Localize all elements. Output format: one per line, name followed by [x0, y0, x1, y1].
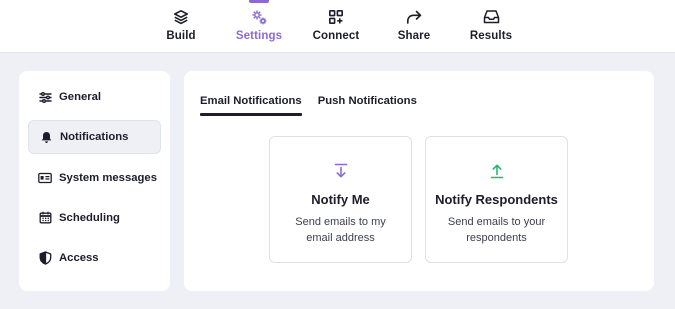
sidebar-item-label: System messages	[59, 171, 157, 184]
nav-settings[interactable]: Settings	[235, 0, 283, 53]
card-title: Notify Respondents	[435, 192, 558, 207]
sidebar-item-system-messages[interactable]: System messages	[28, 161, 161, 195]
tab-email-notifications[interactable]: Email Notifications	[200, 95, 302, 116]
nav-build-label: Build	[166, 30, 196, 42]
active-indicator	[249, 0, 269, 3]
sidebar-item-label: General	[59, 91, 102, 103]
nav-settings-label: Settings	[235, 30, 283, 42]
download-arrow-icon	[334, 162, 348, 180]
sidebar-item-label: Notifications	[60, 131, 129, 144]
bell-icon	[39, 130, 53, 144]
notifications-panel: Email Notifications Push Notifications N…	[184, 71, 654, 291]
calendar-icon	[38, 211, 52, 225]
gears-icon	[251, 8, 268, 26]
card-title: Notify Me	[311, 192, 370, 207]
grid-plus-icon	[328, 8, 344, 26]
nav-build[interactable]: Build	[163, 0, 199, 53]
sidebar-item-notifications[interactable]: Notifications	[28, 120, 161, 155]
upload-arrow-icon	[490, 162, 504, 180]
nav-connect-label: Connect	[312, 30, 360, 42]
settings-sidebar: General Notifications System messages Sc…	[19, 71, 170, 291]
inbox-icon	[483, 8, 500, 26]
top-navigation: Build Settings Connect Share Results	[0, 0, 675, 53]
nav-results-label: Results	[469, 30, 513, 42]
notify-respondents-card[interactable]: Notify Respondents Send emails to your r…	[425, 136, 568, 263]
nav-connect[interactable]: Connect	[313, 0, 359, 53]
notification-tabs: Email Notifications Push Notifications	[200, 95, 433, 116]
card-description: Send emails to your respondents	[447, 216, 546, 244]
sidebar-item-general[interactable]: General	[28, 80, 161, 114]
notify-me-card[interactable]: Notify Me Send emails to my email addres…	[269, 136, 412, 263]
sliders-icon	[38, 90, 52, 104]
sidebar-item-scheduling[interactable]: Scheduling	[28, 201, 161, 235]
tab-push-notifications[interactable]: Push Notifications	[318, 95, 417, 115]
sidebar-item-label: Access	[59, 252, 99, 265]
sidebar-item-label: Scheduling	[59, 211, 120, 224]
sidebar-item-access[interactable]: Access	[28, 241, 161, 275]
shield-icon	[38, 251, 52, 265]
nav-results[interactable]: Results	[470, 0, 512, 53]
nav-share-label: Share	[397, 30, 431, 42]
share-arrow-icon	[405, 8, 423, 26]
id-card-icon	[38, 171, 52, 185]
layers-icon	[173, 8, 189, 26]
nav-share[interactable]: Share	[396, 0, 432, 53]
card-description: Send emails to my email address	[295, 216, 386, 244]
